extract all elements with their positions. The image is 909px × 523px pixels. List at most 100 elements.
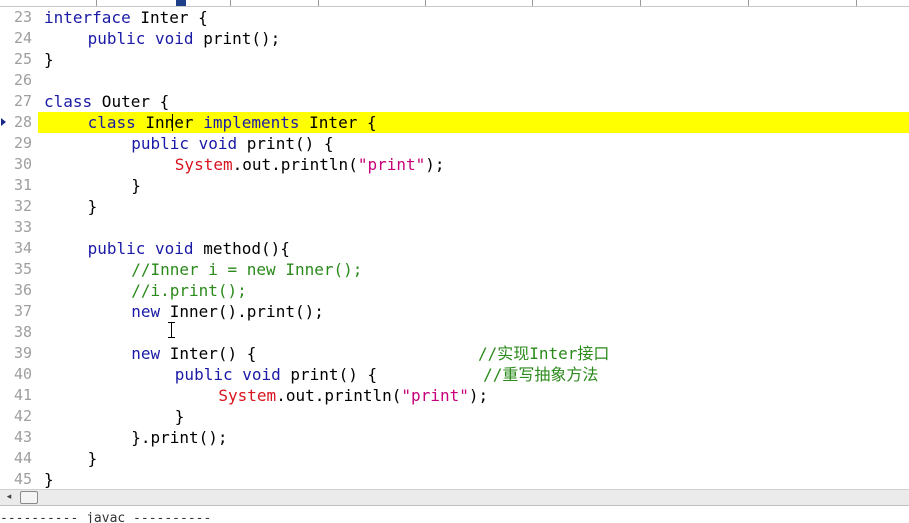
code-line[interactable]: 40 public void print() { //重写抽象方法 xyxy=(0,364,909,385)
code-line[interactable]: 37 new Inner().print(); xyxy=(0,301,909,322)
scrollbar-thumb[interactable] xyxy=(20,491,38,504)
code-line[interactable]: 24 public void print(); xyxy=(0,28,909,49)
code-text: } xyxy=(175,406,185,427)
line-number: 44 xyxy=(13,449,32,467)
line-number: 43 xyxy=(13,428,32,446)
code-text: new Inter() { //实现Inter接口 xyxy=(131,343,609,364)
code-token: new xyxy=(131,344,161,363)
code-text: //Inner i = new Inner(); xyxy=(131,259,362,280)
code-line[interactable]: 23 interface Inter { xyxy=(0,7,909,28)
code-token: void xyxy=(155,239,194,258)
code-line[interactable]: 28 class Inner implements Inter { xyxy=(0,112,909,133)
code-line[interactable]: 38 xyxy=(0,322,909,343)
scroll-left-arrow-icon[interactable]: ◂ xyxy=(2,492,16,503)
code-token: //重写抽象方法 xyxy=(483,365,599,384)
line-number: 32 xyxy=(13,197,32,215)
code-text: System.out.println("print"); xyxy=(175,154,445,175)
line-number: 30 xyxy=(13,155,32,173)
code-line[interactable]: 43 }.print(); xyxy=(0,427,909,448)
code-token: print() { xyxy=(237,134,334,153)
output-title: ---------- javac ---------- xyxy=(0,511,212,523)
code-token: void xyxy=(242,365,281,384)
line-number: 39 xyxy=(13,344,32,362)
code-token: .out.println( xyxy=(232,155,358,174)
code-line[interactable]: 39 new Inter() { //实现Inter接口 xyxy=(0,343,909,364)
code-token: } xyxy=(87,449,98,468)
horizontal-scrollbar[interactable]: ◂ xyxy=(0,489,909,505)
code-text: } xyxy=(44,469,54,489)
code-editor[interactable]: 23 interface Inter {24 public void print()… xyxy=(0,6,909,489)
code-token: } xyxy=(174,407,185,426)
code-token: print(); xyxy=(193,29,281,48)
code-line[interactable]: 36 //i.print(); xyxy=(0,280,909,301)
code-token: Outer { xyxy=(92,92,170,111)
code-token: "print" xyxy=(357,155,426,174)
code-token: Inner xyxy=(135,113,204,132)
code-token: public xyxy=(87,29,146,48)
code-line[interactable]: 41 System.out.println("print"); xyxy=(0,385,909,406)
code-token: } xyxy=(44,470,54,489)
code-text: new Inner().print(); xyxy=(131,301,324,322)
code-line[interactable]: 35 //Inner i = new Inner(); xyxy=(0,259,909,280)
line-number: 40 xyxy=(13,365,32,383)
code-token: }.print(); xyxy=(131,428,228,447)
code-token: print() { xyxy=(280,365,484,384)
code-line[interactable]: 45} xyxy=(0,469,909,489)
code-token: public xyxy=(131,134,189,153)
code-line[interactable]: 34 public void method(){ xyxy=(0,238,909,259)
code-line[interactable]: 29 public void print() { xyxy=(0,133,909,154)
code-token: .out.println( xyxy=(276,386,402,405)
code-token: Inter { xyxy=(299,113,377,132)
code-token: } xyxy=(87,197,98,216)
code-token: class xyxy=(87,113,136,132)
line-number: 25 xyxy=(13,50,32,68)
code-token: void xyxy=(198,134,238,153)
line-number: 23 xyxy=(13,8,32,26)
text-caret xyxy=(172,114,173,131)
line-number: 24 xyxy=(13,29,32,47)
code-line[interactable]: 33 xyxy=(0,217,909,238)
code-line[interactable]: 25} xyxy=(0,49,909,70)
line-number: 35 xyxy=(13,260,32,278)
code-token: //Inner i = new Inner(); xyxy=(131,260,363,279)
code-token: ); xyxy=(425,155,445,174)
line-number: 42 xyxy=(13,407,32,425)
code-line[interactable]: 26 xyxy=(0,70,909,91)
code-text: public void print() { //重写抽象方法 xyxy=(175,364,599,385)
code-token: System xyxy=(218,386,277,405)
code-text: class Inner implements Inter { xyxy=(88,112,377,133)
code-text: public void method(){ xyxy=(88,238,290,259)
code-token: System xyxy=(174,155,233,174)
code-line[interactable]: 32} xyxy=(0,196,909,217)
line-number: 37 xyxy=(13,302,32,320)
code-line[interactable]: 31} xyxy=(0,175,909,196)
code-line[interactable]: 27 class Outer { xyxy=(0,91,909,112)
code-text: }.print(); xyxy=(131,427,227,448)
line-number: 41 xyxy=(13,386,32,404)
code-token: new xyxy=(131,302,161,321)
line-number: 28 xyxy=(13,113,32,131)
code-line[interactable]: 42} xyxy=(0,406,909,427)
code-token: implements xyxy=(203,113,300,132)
line-number: 27 xyxy=(13,92,32,110)
line-number: 29 xyxy=(13,134,32,152)
line-number: 38 xyxy=(13,323,32,341)
code-token: Inner().print(); xyxy=(160,302,324,321)
code-token: public xyxy=(174,365,233,384)
code-token: "print" xyxy=(401,386,469,405)
code-token: void xyxy=(155,29,194,48)
code-token: ); xyxy=(468,386,489,405)
line-number: 31 xyxy=(13,176,32,194)
text-cursor-ibeam-icon xyxy=(167,322,176,338)
code-token: Inter { xyxy=(130,8,208,27)
code-token: method(){ xyxy=(193,239,290,258)
code-line[interactable]: 30 System.out.println("print"); xyxy=(0,154,909,175)
output-pane: ---------- javac ---------- xyxy=(0,505,909,523)
code-text: } xyxy=(88,196,98,217)
code-line[interactable]: 44} xyxy=(0,448,909,469)
code-token: } xyxy=(44,50,54,69)
